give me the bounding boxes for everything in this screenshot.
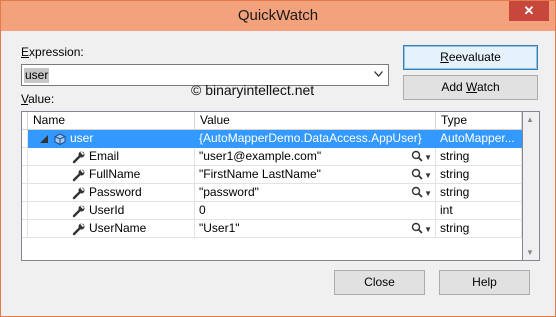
magnifier-icon[interactable]: [411, 186, 423, 198]
chevron-down-icon[interactable]: ▼: [424, 167, 432, 183]
name-cell: FullName: [28, 166, 195, 184]
reevaluate-button[interactable]: Reevaluate: [403, 45, 538, 70]
value-cell[interactable]: "FirstName LastName" ▼: [195, 166, 436, 184]
chevron-down-icon[interactable]: [374, 69, 383, 80]
window-title: QuickWatch: [237, 7, 319, 24]
scroll-up-icon[interactable]: ▲: [526, 115, 534, 124]
window-close-button[interactable]: ✕: [509, 1, 549, 21]
value-text: "password": [199, 185, 259, 199]
value-cell[interactable]: "User1" ▼: [195, 220, 436, 238]
value-text: "FirstName LastName": [199, 167, 321, 181]
value-text: "user1@example.com": [199, 149, 322, 163]
name-cell: UserId: [28, 202, 195, 220]
wrench-icon: [72, 169, 85, 182]
value-cell[interactable]: {AutoMapperDemo.DataAccess.AppUser}: [195, 130, 436, 148]
magnifier-icon[interactable]: [411, 150, 423, 162]
grid-row-email[interactable]: Email "user1@example.com" ▼ string: [22, 148, 522, 166]
expression-label: Expression:: [21, 45, 84, 59]
type-cell: AutoMapper...: [436, 130, 522, 148]
wrench-icon: [72, 223, 85, 236]
grid-row-fullname[interactable]: FullName "FirstName LastName" ▼ string: [22, 166, 522, 184]
quickwatch-window: QuickWatch ✕ Expression: user © binaryin…: [0, 0, 556, 317]
wrench-icon: [72, 151, 85, 164]
chevron-down-icon[interactable]: ▼: [424, 221, 432, 237]
chevron-down-icon[interactable]: ▼: [424, 149, 432, 165]
help-button[interactable]: Help: [439, 270, 530, 295]
wrench-icon: [72, 187, 85, 200]
scroll-down-icon[interactable]: ▼: [526, 248, 534, 257]
object-icon: [54, 133, 66, 145]
title-bar[interactable]: QuickWatch ✕: [1, 1, 555, 31]
expander-collapse-icon[interactable]: [40, 135, 48, 143]
magnifier-icon[interactable]: [411, 168, 423, 180]
add-watch-button[interactable]: Add Watch: [403, 75, 538, 100]
value-text: "User1": [199, 221, 240, 235]
row-name: Password: [89, 185, 142, 199]
name-cell: Email: [28, 148, 195, 166]
close-button[interactable]: Close: [334, 270, 425, 295]
grid-row-userid[interactable]: UserId 0 int: [22, 202, 522, 220]
watermark-text: © binaryintellect.net: [191, 82, 315, 98]
type-cell: string: [436, 220, 522, 238]
value-cell[interactable]: "user1@example.com" ▼: [195, 148, 436, 166]
grid-row-password[interactable]: Password "password" ▼ string: [22, 184, 522, 202]
row-name: UserName: [89, 221, 147, 235]
name-cell: user: [28, 130, 195, 148]
type-cell: string: [436, 166, 522, 184]
type-cell: int: [436, 202, 522, 220]
dialog-body: Expression: user © binaryintellect.net V…: [8, 31, 549, 311]
value-cell[interactable]: "password" ▼: [195, 184, 436, 202]
wrench-icon: [72, 205, 85, 218]
grid-row-user[interactable]: user {AutoMapperDemo.DataAccess.AppUser}…: [22, 130, 522, 148]
name-cell: UserName: [28, 220, 195, 238]
column-header-type[interactable]: Type: [436, 112, 522, 130]
row-name: UserId: [89, 203, 125, 217]
type-cell: string: [436, 148, 522, 166]
vertical-scrollbar[interactable]: ▲ ▼: [523, 111, 540, 261]
expression-input[interactable]: user: [24, 68, 50, 83]
column-header-name[interactable]: Name: [28, 112, 195, 130]
value-label: Value:: [21, 92, 55, 106]
name-cell: Password: [28, 184, 195, 202]
column-header-value[interactable]: Value: [195, 112, 436, 130]
magnifier-icon[interactable]: [411, 222, 423, 234]
value-cell[interactable]: 0: [195, 202, 436, 220]
row-name: FullName: [89, 167, 141, 181]
type-cell: string: [436, 184, 522, 202]
row-name: Email: [89, 149, 120, 163]
grid-row-username[interactable]: UserName "User1" ▼ string: [22, 220, 522, 238]
watch-grid: Name Value Type user {AutoMapperDemo.Dat…: [21, 111, 523, 261]
row-name: user: [70, 131, 94, 145]
chevron-down-icon[interactable]: ▼: [424, 185, 432, 201]
